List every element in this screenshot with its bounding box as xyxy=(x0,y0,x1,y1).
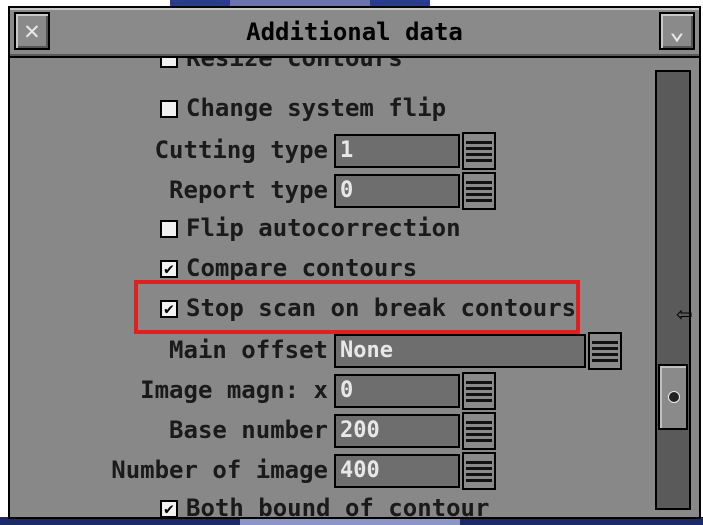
scrollbar-thumb[interactable] xyxy=(658,364,688,430)
chevron-down-icon: ⌄ xyxy=(669,16,685,46)
checkbox[interactable]: ✔ xyxy=(160,500,178,517)
checkbox-label: Stop scan on break contours xyxy=(186,294,577,322)
field-row-cutting-type: Cutting type 1 xyxy=(10,132,650,170)
checkbox[interactable] xyxy=(160,58,178,68)
spinner-icon[interactable] xyxy=(462,172,496,210)
field-label: Report type xyxy=(169,176,328,204)
settings-list: Resize contours Change system flip Cutti… xyxy=(10,58,650,517)
checkbox[interactable] xyxy=(160,100,178,118)
arrow-cursor-icon: ⇦ xyxy=(676,302,693,326)
main-offset-input[interactable]: None xyxy=(334,334,586,368)
checkbox-row-change-system-flip[interactable]: Change system flip xyxy=(10,94,650,130)
spinner-icon[interactable] xyxy=(462,372,496,410)
spinner-icon[interactable] xyxy=(462,412,496,450)
scroll-grip-icon xyxy=(668,391,680,403)
additional-data-dialog: ✕ Additional data ⌄ Resize contours Chan… xyxy=(8,6,701,519)
title-bar: ✕ Additional data ⌄ xyxy=(10,8,699,58)
checkbox-row-both-bound[interactable]: ✔ Both bound of contour xyxy=(10,494,650,517)
spinner-icon[interactable] xyxy=(462,452,496,490)
checkbox-row-compare-contours[interactable]: ✔ Compare contours xyxy=(10,254,650,290)
checkbox-row-resize-contours[interactable]: Resize contours xyxy=(10,58,650,80)
base-number-input[interactable]: 200 xyxy=(334,414,460,448)
cutting-type-input[interactable]: 1 xyxy=(334,134,460,168)
vertical-scrollbar[interactable] xyxy=(655,70,691,510)
report-type-input[interactable]: 0 xyxy=(334,174,460,208)
field-row-number-of-image: Number of image 400 xyxy=(10,452,650,490)
checkbox[interactable]: ✔ xyxy=(160,260,178,278)
checkbox[interactable]: ✔ xyxy=(160,300,178,318)
field-row-base-number: Base number 200 xyxy=(10,412,650,450)
field-label: Main offset xyxy=(169,336,328,364)
checkbox-label: Resize contours xyxy=(186,58,403,72)
number-of-image-input[interactable]: 400 xyxy=(334,454,460,488)
checkbox-label: Compare contours xyxy=(186,254,418,282)
checkbox[interactable] xyxy=(160,220,178,238)
spinner-icon[interactable] xyxy=(462,132,496,170)
checkbox-label: Change system flip xyxy=(186,94,447,122)
window-menu-button[interactable]: ⌄ xyxy=(659,12,695,50)
field-label: Number of image xyxy=(111,456,328,484)
spinner-icon[interactable] xyxy=(588,332,622,370)
checkbox-label: Both bound of contour xyxy=(186,494,490,517)
checkbox-label: Flip autocorrection xyxy=(186,214,461,242)
field-row-report-type: Report type 0 xyxy=(10,172,650,210)
window-title: Additional data xyxy=(246,18,463,46)
field-label: Base number xyxy=(169,416,328,444)
field-row-image-magn: Image magn: x 0 xyxy=(10,372,650,410)
field-label: Cutting type xyxy=(154,136,328,164)
image-magn-input[interactable]: 0 xyxy=(334,374,460,408)
checkbox-row-stop-scan[interactable]: ✔ Stop scan on break contours xyxy=(10,294,650,330)
field-row-main-offset: Main offset None xyxy=(10,332,650,370)
field-label: Image magn: x xyxy=(140,376,328,404)
checkbox-row-flip-autocorrection[interactable]: Flip autocorrection xyxy=(10,214,650,250)
